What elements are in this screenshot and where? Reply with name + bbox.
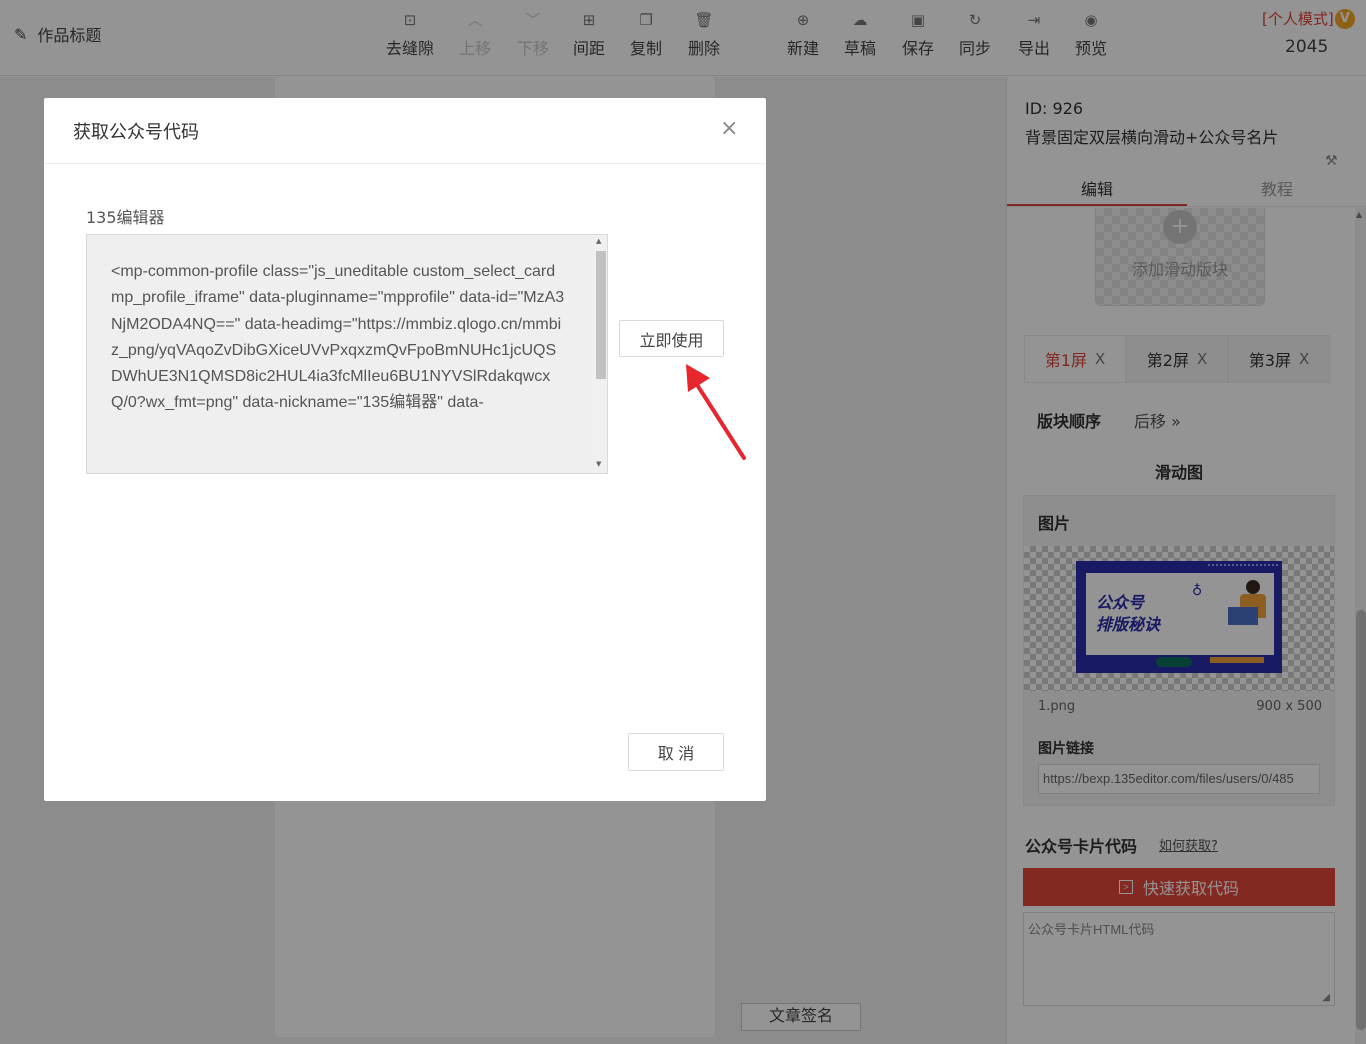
code-content: <mp-common-profile class="js_uneditable … <box>111 263 565 412</box>
code-scroll-thumb[interactable] <box>596 251 606 379</box>
scroll-up-icon[interactable]: ▲ <box>596 237 601 245</box>
close-icon[interactable]: × <box>720 116 738 142</box>
modal-header: 获取公众号代码 × <box>44 98 766 164</box>
code-textarea[interactable]: <mp-common-profile class="js_uneditable … <box>86 234 608 474</box>
cancel-button[interactable]: 取 消 <box>628 733 724 771</box>
use-now-button[interactable]: 立即使用 <box>619 320 724 357</box>
red-arrow-annotation <box>686 364 746 460</box>
get-code-modal: 获取公众号代码 × 135编辑器 <mp-common-profile clas… <box>44 98 766 801</box>
modal-title: 获取公众号代码 <box>73 122 199 143</box>
editor-label: 135编辑器 <box>86 208 165 227</box>
scroll-down-icon[interactable]: ▼ <box>596 460 601 468</box>
